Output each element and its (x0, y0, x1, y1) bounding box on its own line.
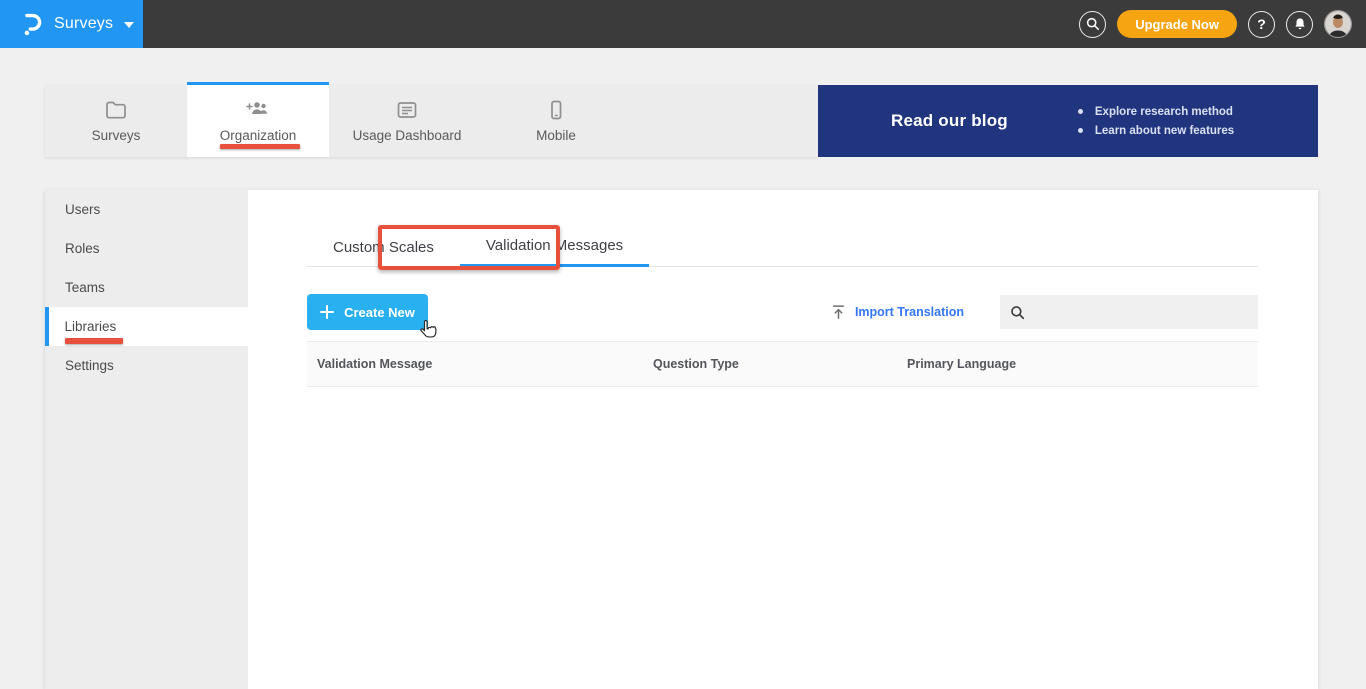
user-avatar[interactable] (1324, 10, 1352, 38)
sidebar-item-label: Teams (65, 280, 105, 295)
nav-tab-label: Usage Dashboard (352, 128, 462, 143)
sidebar-item-users[interactable]: Users (45, 190, 248, 229)
folder-icon (104, 99, 128, 121)
search-input[interactable] (1032, 295, 1258, 329)
upload-icon (831, 304, 846, 320)
dashboard-icon (395, 99, 419, 121)
primary-nav: Surveys Organization Usage Dashboard Mob… (45, 82, 818, 157)
sidebar-item-label: Libraries (64, 319, 117, 334)
tab-validation-messages[interactable]: Validation Messages (459, 228, 650, 267)
mobile-icon (544, 99, 568, 121)
libraries-content: Custom Scales Validation Messages Create… (248, 190, 1318, 689)
sidebar-item-roles[interactable]: Roles (45, 229, 248, 268)
sidebar-item-libraries[interactable]: Libraries (45, 307, 248, 346)
search-button[interactable] (1079, 10, 1107, 38)
promo-title: Read our blog (891, 111, 1008, 130)
nav-tab-mobile[interactable]: Mobile (485, 85, 627, 157)
tab-custom-scales[interactable]: Custom Scales (307, 228, 460, 267)
nav-tab-label: Surveys (91, 128, 141, 143)
sidebar-item-settings[interactable]: Settings (45, 346, 248, 385)
annotation-underline-organization (220, 143, 300, 149)
libraries-tabs: Custom Scales Validation Messages (307, 228, 1258, 267)
tab-label: Custom Scales (333, 238, 434, 256)
promo-bullet: Explore research method (1077, 105, 1234, 118)
promo-bullet-text: Explore research method (1094, 105, 1233, 118)
blog-promo-banner[interactable]: Read our blog Explore research method Le… (818, 85, 1318, 157)
add-users-icon (245, 99, 271, 121)
plus-icon (320, 305, 335, 319)
questionpro-logo-icon (21, 11, 43, 37)
main-card: Users Roles Teams Libraries Settings Cus… (45, 190, 1318, 689)
sidebar-item-label: Roles (65, 241, 100, 256)
validation-table-header: Validation Message Question Type Primary… (307, 341, 1258, 387)
nav-tab-usage-dashboard[interactable]: Usage Dashboard (329, 85, 485, 157)
topbar-actions: Upgrade Now ? (1079, 0, 1352, 48)
top-bar: Surveys Upgrade Now ? (0, 0, 1366, 48)
organization-sidebar: Users Roles Teams Libraries Settings (45, 190, 248, 689)
column-validation-message: Validation Message (317, 357, 433, 371)
promo-bullet-list: Explore research method Learn about new … (1077, 105, 1235, 137)
import-translation-link[interactable]: Import Translation (831, 304, 964, 320)
help-button[interactable]: ? (1248, 10, 1275, 38)
product-name: Surveys (54, 15, 114, 32)
chevron-down-icon (124, 22, 135, 28)
bullet-icon (1077, 128, 1083, 133)
notifications-button[interactable] (1286, 10, 1313, 38)
nav-tab-surveys[interactable]: Surveys (45, 85, 187, 157)
bullet-icon (1077, 109, 1083, 114)
sidebar-item-label: Settings (65, 358, 114, 373)
sidebar-item-label: Users (65, 202, 101, 217)
product-switcher[interactable]: Surveys (0, 0, 143, 48)
column-question-type: Question Type (653, 357, 739, 371)
search-icon (1086, 17, 1100, 31)
annotation-underline-libraries (65, 338, 123, 344)
sidebar-item-teams[interactable]: Teams (45, 268, 248, 307)
nav-tab-label: Organization (219, 128, 297, 143)
promo-bullet: Learn about new features (1077, 124, 1235, 137)
tab-label: Validation Messages (485, 237, 624, 254)
bell-icon (1293, 17, 1307, 31)
create-new-label: Create New (344, 304, 415, 320)
nav-tab-organization[interactable]: Organization (187, 82, 329, 157)
search-icon (1010, 305, 1025, 320)
upgrade-now-button[interactable]: Upgrade Now (1117, 10, 1237, 38)
table-search[interactable] (1000, 295, 1258, 329)
column-primary-language: Primary Language (907, 357, 1017, 371)
promo-bullet-text: Learn about new features (1094, 124, 1235, 137)
nav-tab-label: Mobile (536, 128, 576, 143)
validation-messages-toolbar: Create New Import Translation (307, 294, 1258, 330)
toolbar-right: Import Translation (831, 295, 1258, 329)
import-translation-label: Import Translation (854, 305, 964, 319)
create-new-button[interactable]: Create New (307, 294, 428, 330)
